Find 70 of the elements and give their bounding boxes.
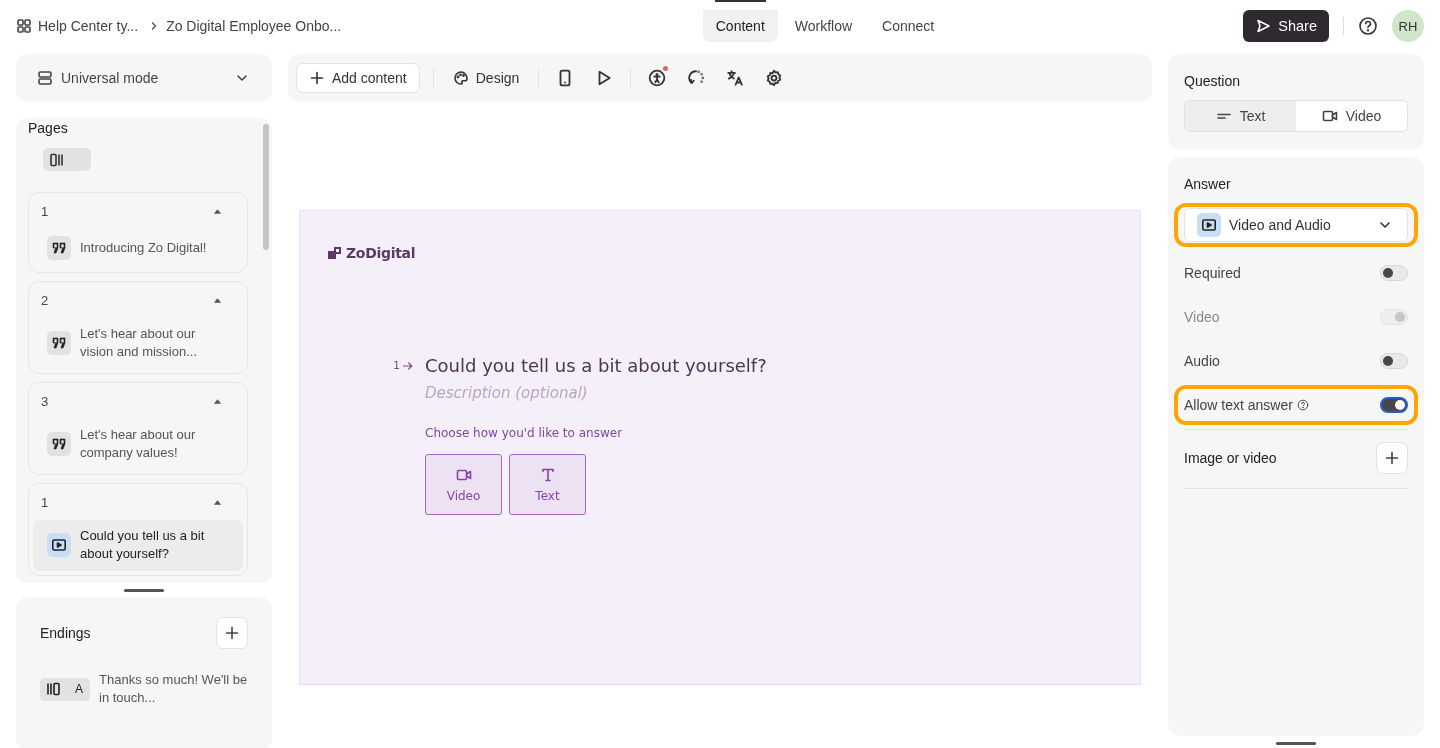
breadcrumb-link[interactable]: Zo Digital Employee Onbo... (166, 18, 342, 34)
segment-tab[interactable]: Text (1185, 101, 1296, 131)
answer-option[interactable]: Video (425, 454, 502, 515)
nav-tab[interactable]: Workflow (781, 0, 866, 42)
page-number: 3 (41, 393, 49, 409)
page-item[interactable]: Could you tell us a bit about yourself? (33, 520, 243, 571)
logo-icon (327, 245, 343, 261)
segment-tab[interactable]: Video (1296, 101, 1407, 131)
ending-badge: A (40, 677, 90, 701)
nav-tab[interactable]: Content (702, 0, 778, 42)
section-title: Pages (28, 120, 69, 136)
mode-dropdown[interactable]: Universal mode (16, 54, 272, 102)
grid-icon[interactable] (16, 18, 32, 34)
sidebar-icon (45, 681, 61, 697)
resize-handle[interactable] (124, 589, 164, 592)
quote-icon (47, 236, 71, 260)
add-button[interactable] (216, 617, 248, 649)
ending-item[interactable]: A Thanks so much! We'll be in touch... (40, 671, 248, 707)
text-icon (539, 466, 556, 483)
plus-icon (1384, 450, 1400, 466)
breadcrumb-link[interactable]: Help Center ty... (38, 18, 139, 34)
page-item[interactable]: Let's hear about our vision and mission... (33, 318, 243, 369)
answer-prompt: Choose how you'd like to answer (425, 426, 624, 440)
section-title: Image or video (1184, 450, 1277, 466)
toggle-label: Allow text answer (1184, 397, 1293, 413)
nav-tab[interactable]: Connect (869, 0, 948, 42)
question-title: Could you tell us a bit about yourself? (425, 355, 767, 376)
rows-icon (37, 70, 53, 86)
quote-icon (47, 432, 71, 456)
section-title: Question (1184, 73, 1242, 89)
description-field[interactable]: Description (optional) (425, 384, 725, 402)
camera-icon (1321, 108, 1338, 124)
section-title: Endings (40, 625, 91, 641)
design-button[interactable]: Design (446, 70, 526, 86)
share-button[interactable]: Share (1243, 10, 1329, 42)
logo-text: ZoDigital (346, 245, 416, 261)
answer-option[interactable]: Text (509, 454, 586, 515)
toggle-label: Required (1184, 265, 1241, 281)
page-number: 2 (41, 292, 49, 308)
answer-type-dropdown[interactable]: Video and Audio (1184, 208, 1408, 242)
toggle-label: Video (1184, 309, 1220, 325)
add-button[interactable] (1376, 442, 1408, 474)
sidebar-icon (49, 151, 65, 168)
question-number: 1 (393, 359, 400, 372)
page-number: 1 (41, 494, 49, 510)
page-item[interactable]: Introducing Zo Digital! (33, 229, 243, 268)
video-frame-icon (1197, 213, 1221, 237)
caret-icon[interactable] (213, 297, 222, 303)
page-number: 1 (41, 203, 49, 219)
user-avatar[interactable]: RH (1392, 10, 1424, 42)
resize-handle[interactable] (1276, 742, 1316, 745)
toggle-label: Audio (1184, 353, 1220, 369)
plus-icon (224, 625, 240, 641)
plus-icon (309, 70, 325, 86)
quote-icon (47, 331, 71, 355)
caret-icon[interactable] (213, 208, 222, 214)
video-frame-icon (47, 533, 71, 557)
toggle-switch[interactable] (1380, 397, 1408, 413)
section-title: Answer (1184, 176, 1232, 192)
caret-icon[interactable] (213, 398, 222, 404)
scrollbar[interactable] (263, 124, 269, 250)
send-icon (1255, 18, 1272, 34)
palette-icon (452, 70, 469, 86)
caret-icon[interactable] (213, 499, 222, 505)
page-item[interactable]: Let's hear about our company values! (33, 419, 243, 470)
help-icon[interactable] (1296, 399, 1309, 411)
arrow-icon (402, 359, 414, 372)
add-content-button[interactable]: Add content (296, 63, 420, 93)
view-toggle[interactable] (43, 148, 91, 171)
help-icon[interactable] (1358, 16, 1378, 36)
